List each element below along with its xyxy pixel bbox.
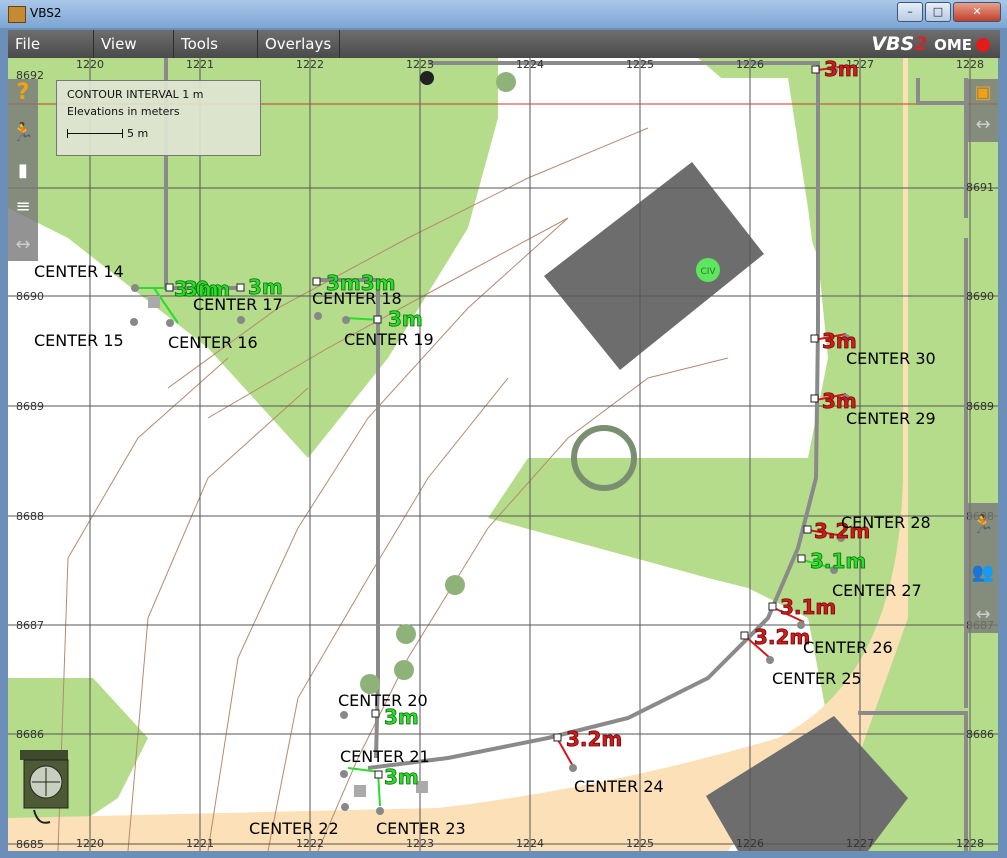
pole-marker: [420, 71, 434, 85]
grid-label-y-left: 8689: [16, 400, 44, 413]
measure-label: 3m: [388, 307, 423, 331]
group-icon[interactable]: 👥: [971, 561, 995, 585]
grid-label-x-bottom: 1220: [76, 837, 104, 850]
grid-label-x-top: 1220: [76, 58, 104, 71]
minimize-button[interactable]: –: [897, 2, 923, 22]
window-mode-icon[interactable]: ▣: [971, 81, 995, 105]
menu-overlays[interactable]: Overlays: [258, 30, 340, 58]
grid-label-x-bottom: 1225: [626, 837, 654, 850]
center-label: CENTER 27: [832, 581, 922, 600]
map-legend: CONTOUR INTERVAL 1 m Elevations in meter…: [56, 80, 261, 156]
vbs2-logo: VBS2 OME: [871, 33, 990, 55]
grid-label-x-top: 1224: [516, 58, 544, 71]
center-label: CENTER 22: [249, 819, 339, 838]
center-label: CENTER 24: [574, 777, 664, 796]
expand-arrows-icon[interactable]: ↔: [11, 233, 35, 257]
grid-label-y-right: 8689: [966, 400, 994, 413]
center-label: CENTER 15: [34, 331, 124, 350]
center-label: CENTER 14: [34, 262, 124, 281]
layers-icon[interactable]: ≡: [11, 195, 35, 219]
expand-arrows-icon[interactable]: ↔: [971, 113, 995, 137]
center-label: CENTER 25: [772, 669, 862, 688]
measure-label: 3m: [824, 58, 859, 81]
center-label: CENTER 19: [344, 330, 434, 349]
app-icon: [8, 6, 26, 23]
window-titlebar: VBS2 – □ ✕: [0, 0, 1007, 28]
grid-label-y-right: 8690: [966, 290, 994, 303]
menu-file[interactable]: File: [8, 30, 94, 58]
grid-label-x-bottom: 1228: [956, 837, 984, 850]
right-toolbar-top: ▣ ↔: [968, 79, 998, 142]
grid-label-x-bottom: 1221: [186, 837, 214, 850]
soldier-icon[interactable]: 🏃: [11, 121, 35, 145]
logo-two: 2: [914, 33, 928, 55]
map-canvas[interactable]: CIV 1220 1221 1222 1223 1224 1225 1226 1…: [8, 58, 998, 851]
question-icon[interactable]: ?: [11, 81, 35, 105]
record-icon[interactable]: [976, 37, 990, 52]
center-label: CENTER 21: [340, 747, 430, 766]
logo-suffix: OME: [934, 36, 972, 54]
left-toolbar: ? 🏃 ▮ ≡ ↔: [8, 79, 38, 261]
compass-icon[interactable]: [16, 748, 76, 828]
measure-label: 3.1m: [810, 549, 866, 573]
menu-tools[interactable]: Tools: [174, 30, 258, 58]
window-title: VBS2: [30, 6, 62, 20]
center-label: CENTER 18: [312, 289, 402, 308]
civ-label: CIV: [700, 267, 716, 277]
center-label: CENTER 17: [193, 295, 283, 314]
measure-label: 3m: [384, 765, 419, 789]
right-toolbar-bottom: 🏃 👥 ↔: [968, 503, 998, 633]
measure-label: 3.2m: [566, 727, 622, 751]
measure-label: 3.1m: [780, 595, 836, 619]
scale-bar: [67, 129, 123, 138]
measure-label: 3.2m: [754, 625, 810, 649]
center-label: CENTER 20: [338, 691, 428, 710]
center-label: CENTER 30: [846, 349, 936, 368]
soldier-icon[interactable]: 🏃: [971, 513, 995, 537]
contour-interval-text: CONTOUR INTERVAL 1 m: [67, 88, 204, 101]
grid-label-x-top: 1221: [186, 58, 214, 71]
center-label: CENTER 16: [168, 333, 258, 352]
grid-label-y-left: 8687: [16, 619, 44, 632]
center-label: CENTER 23: [376, 819, 466, 838]
expand-arrows-icon[interactable]: ↔: [971, 603, 995, 627]
grid-label-x-bottom: 1222: [296, 837, 324, 850]
layer-icon[interactable]: ▮: [11, 159, 35, 183]
center-label: CENTER 28: [841, 513, 931, 532]
grid-label-x-bottom: 1224: [516, 837, 544, 850]
maximize-button[interactable]: □: [925, 2, 951, 22]
grid-label-x-bottom: 1223: [406, 837, 434, 850]
grid-label-y-left: 8690: [16, 290, 44, 303]
menu-view[interactable]: View: [94, 30, 174, 58]
grid-label-y-left: 8688: [16, 510, 44, 523]
grid-label-x-top: 1226: [736, 58, 764, 71]
elevation-units-text: Elevations in meters: [67, 105, 180, 118]
grid-label-x-top: 1222: [296, 58, 324, 71]
center-label: CENTER 29: [846, 409, 936, 428]
grid-label-x-bottom: 1227: [846, 837, 874, 850]
grid-label-y-left: 8685: [16, 838, 44, 851]
grid-label-x-top: 1225: [626, 58, 654, 71]
grid-label-x-top: 1228: [956, 58, 984, 71]
scale-label: 5 m: [127, 127, 149, 140]
grid-label-x-top: 1223: [406, 58, 434, 71]
menu-bar: File View Tools Overlays VBS2 OME: [8, 30, 1000, 58]
grid-label-y-right: 8686: [966, 728, 994, 741]
grid-label-y-right: 8691: [966, 181, 994, 194]
center-label: CENTER 26: [803, 638, 893, 657]
close-button[interactable]: ✕: [953, 2, 1001, 22]
grid-label-y-left: 8686: [16, 728, 44, 741]
logo-brand: VBS: [871, 33, 915, 55]
map-view[interactable]: CIV 1220 1221 1222 1223 1224 1225 1226 1…: [8, 58, 998, 851]
grid-label-x-bottom: 1226: [736, 837, 764, 850]
